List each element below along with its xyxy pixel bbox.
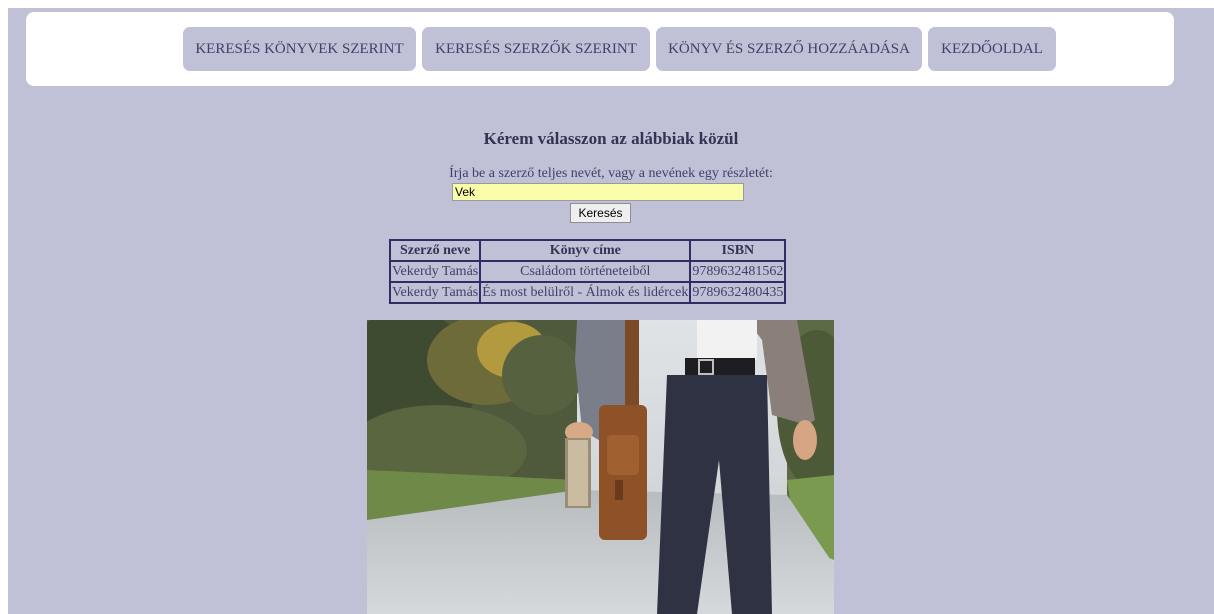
photo-man-with-book-and-bag <box>367 320 834 614</box>
column-header-title: Könyv címe <box>480 240 691 261</box>
search-button[interactable]: Keresés <box>570 203 631 223</box>
table-row: Vekerdy Tamás Családom történeteiből 978… <box>390 261 786 282</box>
author-search-input[interactable] <box>452 183 744 201</box>
search-prompt-label: Írja be a szerző teljes nevét, vagy a ne… <box>449 166 773 181</box>
column-header-author: Szerző neve <box>390 240 481 261</box>
table-header-row: Szerző neve Könyv címe ISBN <box>390 240 786 261</box>
cell-title: És most belülről - Álmok és lidércek <box>480 282 691 303</box>
page-background: KERESÉS KÖNYVEK SZERINT KERESÉS SZERZŐK … <box>8 8 1214 614</box>
nav-bar: KERESÉS KÖNYVEK SZERINT KERESÉS SZERZŐK … <box>26 12 1174 86</box>
results-table: Szerző neve Könyv címe ISBN Vekerdy Tamá… <box>389 239 787 304</box>
table-row: Vekerdy Tamás És most belülről - Álmok é… <box>390 282 786 303</box>
cell-author: Vekerdy Tamás <box>390 261 481 282</box>
cell-title: Családom történeteiből <box>480 261 691 282</box>
page-heading: Kérem válasszon az alábbiak közül <box>483 129 739 148</box>
cell-author: Vekerdy Tamás <box>390 282 481 303</box>
nav-search-books-button[interactable]: KERESÉS KÖNYVEK SZERINT <box>183 27 416 71</box>
hero-photo <box>367 320 834 614</box>
nav-home-button[interactable]: KEZDŐOLDAL <box>928 27 1056 71</box>
column-header-isbn: ISBN <box>690 240 786 261</box>
nav-add-book-author-button[interactable]: KÖNYV ÉS SZERZŐ HOZZÁADÁSA <box>656 27 922 71</box>
cell-isbn: 9789632481562 <box>690 261 786 282</box>
nav-search-authors-button[interactable]: KERESÉS SZERZŐK SZERINT <box>422 27 650 71</box>
cell-isbn: 9789632480435 <box>690 282 786 303</box>
